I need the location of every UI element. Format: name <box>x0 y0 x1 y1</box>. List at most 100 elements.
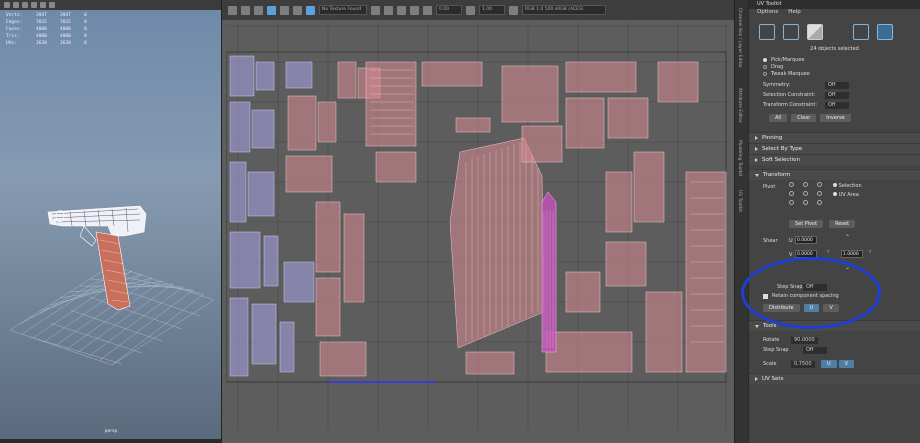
shear-v-field[interactable]: 0.0000 <box>795 250 817 258</box>
rotate-step-snap-row: Step Snap Off <box>749 345 920 355</box>
scale-u-button[interactable]: U <box>821 360 837 368</box>
section-soft-selection[interactable]: Soft Selection <box>749 154 920 165</box>
radio-icon[interactable] <box>763 64 767 69</box>
object-mode-icon[interactable] <box>807 24 823 40</box>
component-mode-icons <box>749 18 920 44</box>
tab-modeling-toolkit[interactable]: Modeling Toolkit <box>737 140 742 176</box>
texture-dropdown[interactable]: No Texture Found <box>319 5 367 15</box>
face-mode-icon[interactable] <box>853 24 869 40</box>
pivot-point[interactable] <box>817 191 822 196</box>
distribute-row: Distribute U V <box>749 304 920 314</box>
expand-icon <box>755 136 758 140</box>
menu-options[interactable]: Options <box>757 9 778 18</box>
scale-v-button[interactable]: V <box>838 360 855 368</box>
pivot-point[interactable] <box>803 191 808 196</box>
texture-borders-icon[interactable] <box>306 5 315 15</box>
grid-icon[interactable] <box>228 5 237 15</box>
uv-shell-selected <box>541 191 557 353</box>
scale-field[interactable]: 0.7500 <box>791 360 815 368</box>
distortion-icon[interactable] <box>293 5 302 15</box>
pick-mode-option[interactable]: Pick/Marquee <box>749 56 920 63</box>
shaded-icon[interactable] <box>280 5 289 15</box>
uv-shell-mode-icon[interactable] <box>877 24 893 40</box>
pivot-point[interactable] <box>789 200 794 205</box>
pivot-grid <box>789 182 827 205</box>
pick-mode-option[interactable]: Tweak Marquee <box>749 70 920 77</box>
move-amount-field[interactable]: 1.0000 <box>841 250 863 258</box>
perspective-viewport[interactable]: Verts: 3947 3947 0 Edges: 7835 7835 0 Faces: 40… <box>0 0 222 443</box>
section-tools[interactable]: Tools <box>749 320 920 331</box>
reset-pivot-button[interactable]: Reset <box>829 220 856 228</box>
section-select-by-type[interactable]: Select By Type <box>749 143 920 154</box>
collapse-icon <box>755 173 759 177</box>
dim-image-icon[interactable] <box>371 5 380 15</box>
vertex-mode-icon[interactable] <box>759 24 775 40</box>
edge-mode-icon[interactable] <box>783 24 799 40</box>
distribute-u-button[interactable]: U <box>803 304 820 312</box>
pivot-group: Pivot Selection UV Area Set Pivot Reset <box>749 180 920 232</box>
move-right-icon[interactable]: › <box>869 248 871 255</box>
filter-icon[interactable] <box>423 5 432 15</box>
set-pivot-button[interactable]: Set Pivot <box>789 220 824 228</box>
section-pinning[interactable]: Pinning <box>749 132 920 143</box>
section-uv-sets[interactable]: UV Sets <box>749 373 920 384</box>
frame-icon[interactable] <box>241 5 250 15</box>
move-down-icon[interactable]: ⌄ <box>845 264 850 271</box>
menu-help[interactable]: Help <box>788 9 801 18</box>
radio-icon[interactable] <box>763 57 767 62</box>
move-left-icon[interactable]: ‹ <box>827 248 829 255</box>
section-transform[interactable]: Transform <box>749 169 920 180</box>
pivot-option-uv-area[interactable]: UV Area <box>833 191 862 200</box>
pivot-option-selection[interactable]: Selection <box>833 182 862 191</box>
shear-u-field[interactable]: 0.0000 <box>795 236 817 244</box>
distribute-button[interactable]: Distribute <box>763 304 800 312</box>
rotate-field[interactable]: 90.0000 <box>791 336 818 344</box>
symmetry-dropdown[interactable]: Off <box>825 81 849 89</box>
isolate-icon[interactable] <box>397 5 406 15</box>
exposure-field[interactable]: 0.00 <box>436 5 462 15</box>
select-inverse-button[interactable]: Inverse <box>820 114 851 122</box>
shear-u-label: U <box>789 238 793 244</box>
step-snap-dropdown[interactable]: Off <box>803 283 827 291</box>
colorspace-dropdown[interactable]: RGB 1.0 500 sRGB (ACES) <box>522 5 606 15</box>
pivot-buttons: Set Pivot Reset <box>789 220 856 228</box>
expand-icon <box>755 147 758 151</box>
radio-icon[interactable] <box>763 71 767 76</box>
checker-icon[interactable] <box>267 5 276 15</box>
select-all-button[interactable]: All <box>769 114 788 122</box>
select-clear-button[interactable]: Clear <box>791 114 817 122</box>
radio-icon[interactable] <box>833 183 837 187</box>
radio-icon[interactable] <box>833 192 837 196</box>
view-transform-icon[interactable] <box>509 5 518 15</box>
pick-mode-option[interactable]: Drag <box>749 63 920 70</box>
gamma-field[interactable]: 1.00 <box>479 5 505 15</box>
pivot-point[interactable] <box>803 182 808 187</box>
selection-constraint-dropdown[interactable]: Off <box>825 91 849 99</box>
transform-constraint-dropdown[interactable]: Off <box>825 101 849 109</box>
move-up-icon[interactable]: ⌃ <box>845 234 850 241</box>
viewport-bottom-bar <box>0 439 221 443</box>
pivot-point[interactable] <box>789 191 794 196</box>
pivot-point[interactable] <box>817 200 822 205</box>
tab-channel-box[interactable]: Channel Box / Layer Editor <box>737 8 742 68</box>
distribute-v-button[interactable]: V <box>823 304 839 312</box>
pivot-point[interactable] <box>803 200 808 205</box>
tab-attribute-editor[interactable]: Attribute Editor <box>737 88 742 123</box>
uv-editor[interactable]: No Texture Found 0.00 1.00 RGB 1.0 500 s… <box>222 0 734 443</box>
snap-icon[interactable] <box>254 5 263 15</box>
retain-spacing-option[interactable]: Retain component spacing <box>749 292 920 300</box>
pivot-point[interactable] <box>789 182 794 187</box>
display-icon[interactable] <box>410 5 419 15</box>
camera-label: persp <box>104 429 118 434</box>
pivot-point[interactable] <box>817 182 822 187</box>
rotate-step-snap-dropdown[interactable]: Off <box>803 346 827 354</box>
tab-uv-toolkit[interactable]: UV Toolkit <box>737 190 742 212</box>
uv-canvas[interactable] <box>226 22 730 430</box>
rotate-row: Rotate 90.0000 <box>749 335 920 345</box>
gamma-icon[interactable] <box>466 5 475 15</box>
exposure-icon[interactable] <box>384 5 393 15</box>
select-buttons: All Clear Inverse <box>749 114 920 124</box>
pivot-options: Selection UV Area <box>833 182 862 200</box>
checkbox-icon[interactable] <box>763 293 768 299</box>
